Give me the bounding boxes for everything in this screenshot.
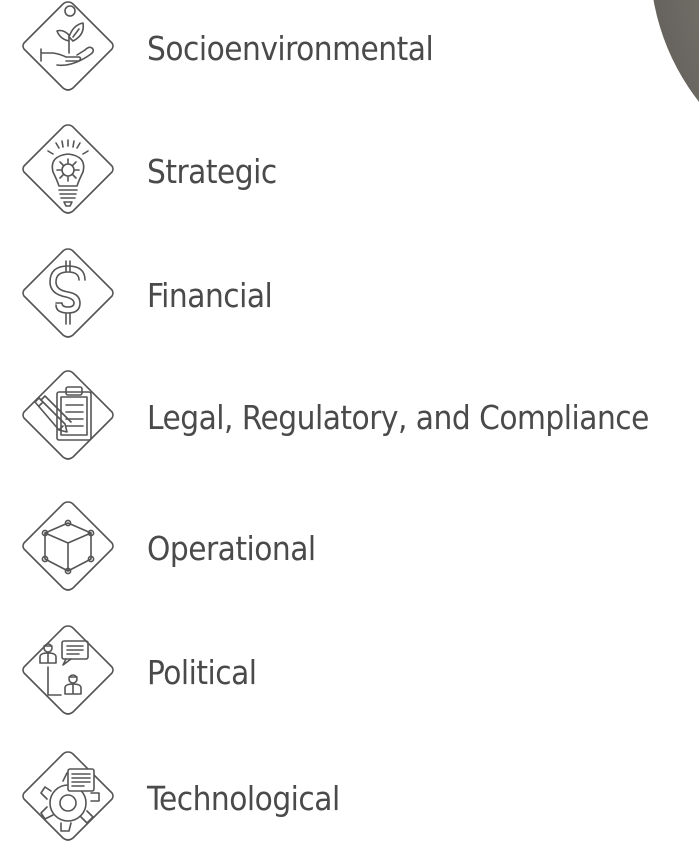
risk-item-operational: Operational [13, 493, 699, 603]
risk-categories-page: Socioenvironmental Strategic Financial L… [0, 0, 699, 851]
risk-label-socioenvironmental: Socioenvironmental [147, 29, 434, 68]
hand-plant-icon [13, 0, 123, 103]
risk-label-strategic: Strategic [147, 152, 277, 191]
people-dialogue-icon [13, 617, 123, 727]
risk-label-operational: Operational [147, 529, 316, 568]
dollar-icon [13, 240, 123, 350]
lightbulb-gear-icon [13, 116, 123, 226]
risk-item-technological: Technological [13, 743, 699, 851]
risk-item-political: Political [13, 617, 699, 727]
risk-label-political: Political [147, 653, 257, 692]
risk-item-socioenvironmental: Socioenvironmental [13, 0, 699, 103]
risk-label-legal-regulatory-compliance: Legal, Regulatory, and Compliance [147, 398, 649, 437]
risk-item-financial: Financial [13, 240, 699, 350]
risk-item-strategic: Strategic [13, 116, 699, 226]
gear-screen-icon [13, 743, 123, 851]
risk-item-legal-regulatory-compliance: Legal, Regulatory, and Compliance [13, 362, 699, 472]
risk-category-list: Socioenvironmental Strategic Financial L… [0, 0, 699, 851]
risk-label-financial: Financial [147, 276, 273, 315]
clipboard-pen-icon [13, 362, 123, 472]
risk-label-technological: Technological [147, 779, 340, 818]
cube-network-icon [13, 493, 123, 603]
